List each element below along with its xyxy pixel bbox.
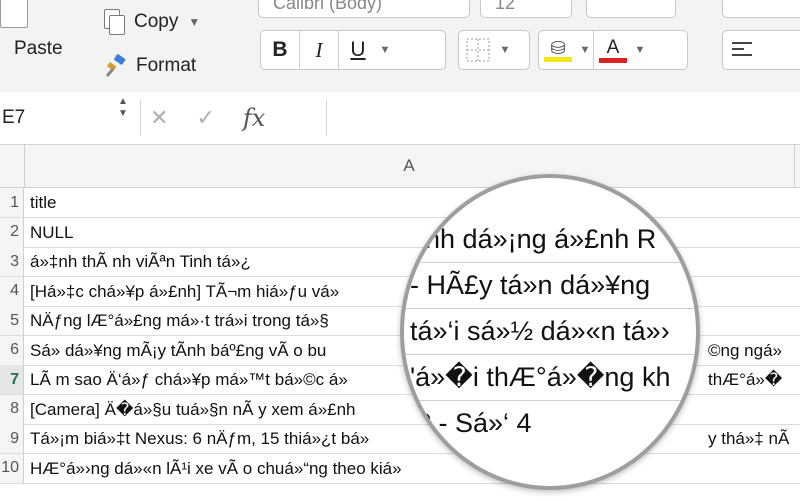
magnified-gridline <box>404 400 696 401</box>
cell-a[interactable]: HÆ°á»›ng dá»«n lÃ¹i xe vÃ o chuá»“ng the… <box>30 454 402 483</box>
align-left-icon <box>723 31 761 69</box>
cell-a[interactable]: NULL <box>30 218 73 247</box>
copy-button[interactable]: Copy ▼ <box>104 6 200 38</box>
clipboard-icon[interactable] <box>0 0 28 28</box>
cell-a[interactable]: á»‡nh thÃ nh viÃªn Tinh tá»¿ <box>30 247 251 276</box>
cell-a[interactable]: Sá»­ dá»¥ng mÃ¡y tÃ­nh báº£ng vÃ o bu <box>30 336 326 365</box>
font-color-button[interactable]: A <box>594 31 632 69</box>
copy-label: Copy <box>134 11 179 32</box>
borders-button[interactable]: ▼ <box>458 30 530 70</box>
paste-button[interactable]: Paste <box>14 38 63 60</box>
cell-overflow-text: y thá»‡ nÃ <box>708 429 790 448</box>
magnified-gridline <box>404 262 696 263</box>
cancel-icon[interactable]: ✕ <box>150 105 168 131</box>
magnified-text-line: - HÃ£y tá»­n dá»¥ng <box>410 270 651 300</box>
column-header-a[interactable]: A <box>24 145 795 187</box>
magnifier-lens: ánh dá»¡ng á»£nh R - HÃ£y tá»­n dá»¥ng tá»… <box>400 174 700 490</box>
row-header[interactable]: 2 <box>0 217 24 247</box>
table-row: 9 Tá»¡m biá»‡t Nexus: 6 nÄƒm, 15 thiá»¿t … <box>0 424 800 454</box>
borders-dropdown-icon[interactable]: ▼ <box>497 44 513 56</box>
cell-overflow-text: thÆ°á»� <box>708 370 783 389</box>
fill-color-dropdown-icon[interactable]: ▼ <box>577 44 593 56</box>
ribbon: Paste Copy ▼ Format Calibri (Body) 12 B … <box>0 0 800 93</box>
cell-a[interactable]: NÄƒng lÆ°á»£ng má»·t trá»i trong tá»§ <box>30 306 329 335</box>
row-header[interactable]: 1 <box>0 188 24 217</box>
font-color-dropdown-icon[interactable]: ▼ <box>632 44 648 56</box>
cell-a[interactable]: [Camera] Ä�á»§u tuá»§n nÃ y xem á»£nh <box>30 395 356 424</box>
row-header[interactable]: 10 <box>0 453 24 483</box>
font-name-dropdown[interactable]: Calibri (Body) <box>258 0 470 18</box>
table-row: 2 NULL <box>0 217 800 248</box>
format-label: Format <box>136 55 197 76</box>
alignment-group-top <box>722 0 800 18</box>
select-all-corner[interactable] <box>0 145 25 187</box>
font-size-grow-buttons[interactable] <box>586 0 676 18</box>
font-color-swatch <box>599 57 627 63</box>
row-header[interactable]: 8 <box>0 394 24 424</box>
fill-color-button[interactable]: ⛁ <box>539 31 577 69</box>
row-header[interactable]: 9 <box>0 424 24 453</box>
chevron-down-icon[interactable]: ▼ <box>188 15 200 29</box>
name-box-value: E7 <box>2 107 26 128</box>
magnified-text-line: tá»‘i sá»½ dá»«n tá»› <box>410 316 670 346</box>
align-left-button[interactable] <box>722 30 800 70</box>
cell-overflow-text: ©ng ngá» <box>708 340 782 360</box>
table-row: 10 HÆ°á»›ng dá»«n lÃ¹i xe vÃ o chuá»“ng t… <box>0 453 800 484</box>
underline-dropdown-icon[interactable]: ▼ <box>377 44 393 56</box>
fill-color-swatch <box>544 56 572 62</box>
copy-icon <box>104 9 125 35</box>
insert-function-icon[interactable]: fx <box>243 104 265 132</box>
cell-a[interactable]: [Há»‡c chá»¥p á»£nh] TÃ¬m hiá»ƒu vá» <box>30 277 339 306</box>
font-style-group: B I U ▼ <box>260 30 446 70</box>
name-box-stepper[interactable]: ▲ ▼ <box>118 96 128 120</box>
cell-a[interactable]: Tá»¡m biá»‡t Nexus: 6 nÄƒm, 15 thiá»¿t b… <box>30 424 369 453</box>
row-header[interactable]: 5 <box>0 306 24 335</box>
borders-icon <box>459 31 497 69</box>
row-header[interactable]: 6 <box>0 335 24 365</box>
italic-button[interactable]: I <box>300 31 338 69</box>
enter-icon[interactable]: ✓ <box>196 105 214 131</box>
color-group: ⛁ ▼ A ▼ <box>538 30 688 70</box>
divider <box>326 100 327 136</box>
row-header[interactable]: 4 <box>0 276 24 306</box>
format-painter-button[interactable]: Format <box>104 50 196 82</box>
table-row: 1 title <box>0 188 800 218</box>
bold-button[interactable]: B <box>261 31 299 69</box>
cell-a[interactable]: LÃ m sao Ä‘á»ƒ chá»¥p má»™t bá»©c á» <box>30 365 348 394</box>
paint-bucket-icon: ⛁ <box>550 37 566 58</box>
magnified-gridline <box>404 308 696 309</box>
row-header[interactable]: 7 <box>0 365 24 394</box>
formula-bar: E7 ▲ ▼ ✕ ✓ fx <box>0 92 800 145</box>
font-color-glyph: A <box>606 36 620 58</box>
row-header[interactable]: 3 <box>0 247 24 276</box>
magnified-gridline <box>404 354 696 355</box>
magnified-text-line: ánh dá»¡ng á»£nh R <box>410 224 657 254</box>
font-size-dropdown[interactable]: 12 <box>480 0 572 18</box>
magnified-text-line: ị? - Sá»‘ 4 <box>410 408 532 438</box>
underline-button[interactable]: U <box>339 31 377 69</box>
magnified-text-line: 'á»�i thÆ°á»�ng kh <box>410 362 671 392</box>
column-header-row: A <box>0 145 800 188</box>
paintbrush-icon <box>104 54 126 78</box>
cell-a[interactable]: title <box>30 188 56 217</box>
